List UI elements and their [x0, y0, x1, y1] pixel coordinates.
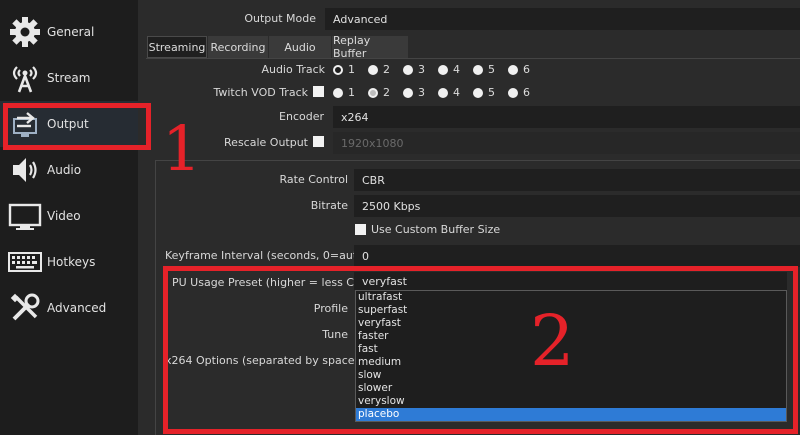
radio-dot	[508, 64, 518, 75]
twitch-vod-checkbox[interactable]	[313, 86, 324, 97]
rescale-resolution-select[interactable]: 1920x1080	[333, 132, 800, 154]
sidebar-item-advanced[interactable]: Advanced	[0, 285, 138, 331]
sidebar-item-stream[interactable]: Stream	[0, 55, 138, 101]
annotation-number-1: 1	[162, 112, 202, 185]
bitrate-label: Bitrate	[310, 199, 348, 212]
radio-dot	[438, 87, 448, 98]
twitch-vod-label: Twitch VOD Track	[213, 86, 308, 99]
sidebar-item-label: General	[47, 25, 95, 39]
radio-dot	[403, 64, 413, 75]
speaker-icon	[8, 154, 42, 186]
keyboard-icon	[8, 246, 42, 278]
audio-track-label: Audio Track	[261, 63, 325, 76]
sidebar-item-hotkeys[interactable]: Hotkeys	[0, 239, 138, 285]
output-mode-select[interactable]: Advanced	[325, 8, 800, 30]
twitch-vod-radio-5[interactable]: 5	[473, 86, 495, 99]
sidebar-item-label: Advanced	[47, 301, 107, 315]
radio-dot	[403, 87, 413, 98]
audio-track-radio-6[interactable]: 6	[508, 63, 530, 76]
radio-dot	[508, 87, 518, 98]
radio-dot	[438, 64, 448, 75]
output-mode-label: Output Mode	[244, 12, 316, 25]
radio-dot	[333, 87, 343, 98]
twitch-vod-radio-1[interactable]: 1	[333, 86, 355, 99]
gear-icon	[8, 16, 42, 48]
tab-panel-border	[146, 58, 800, 59]
sidebar-item-general[interactable]: General	[0, 9, 138, 55]
rescale-output-checkbox[interactable]	[313, 136, 324, 147]
custom-buffer-label: Use Custom Buffer Size	[371, 223, 501, 236]
audio-track-radio-4[interactable]: 4	[438, 63, 460, 76]
settings-sidebar: General Stream Output Audio Video Hotkey…	[0, 0, 138, 435]
encoder-settings-border-top	[155, 160, 800, 161]
monitor-icon	[8, 200, 42, 232]
keyframe-interval-label: Keyframe Interval (seconds, 0=auto)	[165, 249, 369, 262]
sidebar-item-label: Audio	[47, 163, 82, 177]
sidebar-item-label: Hotkeys	[47, 255, 96, 269]
bitrate-spinbox[interactable]: 2500 Kbps	[354, 195, 800, 217]
twitch-vod-radio-6[interactable]: 6	[508, 86, 530, 99]
audio-track-radio-3[interactable]: 3	[403, 63, 425, 76]
twitch-vod-radio-4[interactable]: 4	[438, 86, 460, 99]
sidebar-item-video[interactable]: Video	[0, 193, 138, 239]
keyframe-interval-spinbox[interactable]: 0	[354, 245, 800, 267]
audio-track-radio-group: 1 2 3 4 5 6	[333, 63, 543, 76]
tab-replay-buffer[interactable]: Replay Buffer	[332, 34, 408, 60]
twitch-vod-radio-3[interactable]: 3	[403, 86, 425, 99]
sidebar-item-label: Video	[47, 209, 81, 223]
audio-track-radio-1[interactable]: 1	[333, 63, 355, 76]
encoder-select[interactable]: x264	[333, 106, 800, 128]
twitch-vod-radio-group: 1 2 3 4 5 6	[333, 86, 543, 99]
annotation-box-2	[163, 266, 798, 434]
audio-track-radio-2[interactable]: 2	[368, 63, 390, 76]
sidebar-item-audio[interactable]: Audio	[0, 147, 138, 193]
rate-control-select[interactable]: CBR	[354, 169, 800, 191]
custom-buffer-checkbox[interactable]	[355, 224, 366, 235]
radio-dot	[368, 87, 378, 98]
radio-dot	[473, 87, 483, 98]
twitch-vod-radio-2[interactable]: 2	[368, 86, 390, 99]
radio-dot	[333, 64, 343, 75]
encoder-settings-border-left	[155, 160, 156, 435]
radio-dot	[473, 64, 483, 75]
tab-audio[interactable]: Audio	[269, 36, 331, 58]
sidebar-item-label: Stream	[47, 71, 91, 85]
tools-icon	[8, 292, 42, 324]
tab-streaming[interactable]: Streaming	[147, 36, 207, 58]
radio-dot	[368, 64, 378, 75]
audio-track-radio-5[interactable]: 5	[473, 63, 495, 76]
annotation-box-1	[3, 103, 151, 150]
antenna-icon	[8, 62, 42, 94]
tab-recording[interactable]: Recording	[208, 36, 268, 58]
annotation-number-2: 2	[530, 300, 575, 382]
